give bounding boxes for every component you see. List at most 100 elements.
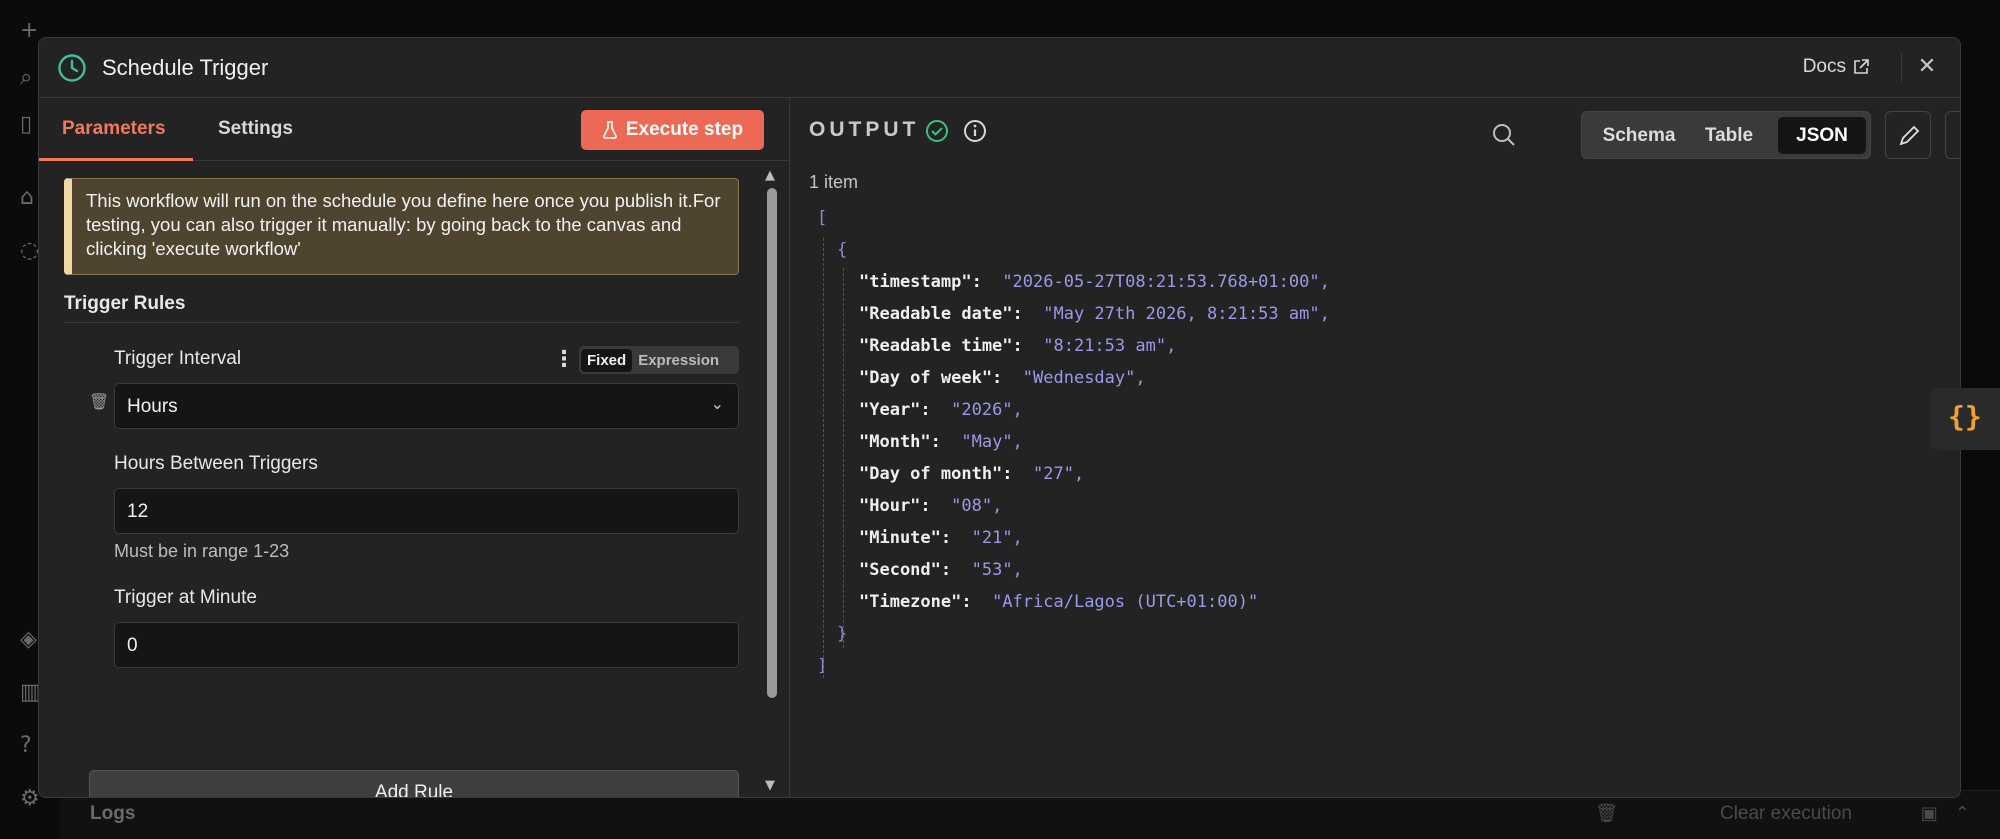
success-check-icon	[926, 120, 948, 142]
fixed-option[interactable]: Fixed	[581, 348, 633, 372]
json-key: "Day of month":	[859, 464, 1013, 484]
scroll-up-icon[interactable]: ▲	[765, 168, 775, 183]
info-icon[interactable]	[963, 119, 987, 143]
trigger-interval-select[interactable]: Hours ⌄	[114, 383, 739, 429]
json-value: "27",	[1033, 464, 1085, 484]
view-schema[interactable]: Schema	[1592, 117, 1686, 154]
pencil-icon	[1899, 125, 1920, 146]
json-key: "Timezone":	[859, 592, 972, 612]
output-title: OUTPUT	[809, 118, 920, 141]
json-entry: "Second": "53",	[859, 560, 1023, 592]
json-key: "Second":	[859, 560, 952, 580]
json-close-array: ]	[817, 656, 828, 676]
json-entry: "Day of month": "27",	[859, 464, 1084, 496]
hours-between-input[interactable]: 12	[114, 488, 739, 534]
indent-guide	[823, 238, 824, 678]
close-button[interactable]: ✕	[1912, 52, 1942, 82]
logs-label[interactable]: Logs	[90, 803, 135, 825]
docs-link[interactable]: Docs	[1803, 56, 1870, 78]
section-divider	[64, 322, 739, 323]
json-key: "Hour":	[859, 496, 931, 516]
chat-icon[interactable]: ◌	[20, 238, 39, 263]
json-key: "Minute":	[859, 528, 952, 548]
home-icon[interactable]: ⌂	[20, 185, 34, 210]
expression-option[interactable]: Expression	[632, 349, 725, 372]
external-link-icon	[1854, 59, 1869, 74]
options-menu-icon[interactable]: ⋮	[553, 347, 575, 372]
json-value: "Wednesday",	[1022, 368, 1146, 388]
json-entry: "Readable time": "8:21:53 am",	[859, 336, 1176, 368]
settings-gear-icon[interactable]: ⚙	[20, 786, 40, 811]
braces-icon: {}	[1948, 400, 1982, 433]
json-key: "Readable time":	[859, 336, 1023, 356]
json-value: "8:21:53 am",	[1043, 336, 1177, 356]
trigger-minute-input[interactable]: 0	[114, 622, 739, 668]
view-switcher: Schema Table JSON	[1581, 111, 1871, 159]
json-key: "Month":	[859, 432, 941, 452]
execute-step-button[interactable]: Execute step	[581, 110, 764, 150]
trigger-rules-title: Trigger Rules	[64, 293, 186, 314]
scroll-thumb[interactable]	[767, 188, 777, 698]
schedule-notice: This workflow will run on the schedule y…	[64, 178, 739, 275]
delete-rule-icon[interactable]: 🗑	[89, 392, 109, 411]
scrollbar[interactable]: ▲ ▼	[765, 168, 779, 797]
json-close-object: }	[837, 624, 848, 644]
header-divider	[1901, 52, 1902, 82]
pin-output-button[interactable]	[1945, 111, 1961, 160]
chevron-down-icon: ⌄	[710, 394, 724, 413]
json-entry: "Minute": "21",	[859, 528, 1023, 560]
edit-output-button[interactable]	[1885, 111, 1931, 159]
json-value: "2026",	[951, 400, 1023, 420]
hours-between-label: Hours Between Triggers	[114, 453, 318, 474]
scroll-down-icon[interactable]: ▼	[765, 778, 775, 793]
json-entry: "Hour": "08",	[859, 496, 1002, 528]
search-icon[interactable]: ⌕	[20, 65, 32, 90]
execute-step-label: Execute step	[625, 119, 744, 140]
fixed-expression-toggle[interactable]: Fixed Expression	[579, 346, 739, 374]
side-panel-tab[interactable]: {}	[1930, 388, 2000, 450]
plus-icon[interactable]: +	[20, 18, 38, 43]
node-modal: Schedule Trigger Docs ✕ Parameters Setti…	[38, 37, 1961, 798]
trigger-minute-value: 0	[127, 635, 138, 656]
json-value: "May 27th 2026, 8:21:53 am",	[1043, 304, 1330, 324]
help-icon[interactable]: ?	[20, 733, 32, 758]
json-entry: "Year": "2026",	[859, 400, 1023, 432]
output-panel: OUTPUT 1 item Schema Table JSON [{"tim…	[791, 98, 1961, 797]
active-tab-indicator	[39, 158, 193, 161]
tab-settings[interactable]: Settings	[218, 118, 293, 140]
hours-between-value: 12	[127, 501, 149, 522]
range-hint: Must be in range 1-23	[114, 541, 290, 561]
json-value: "53",	[971, 560, 1023, 580]
collapse-icons[interactable]: ▣ ⌃	[1921, 803, 1970, 824]
panel-icon[interactable]: ▯	[20, 112, 32, 137]
json-entry: "timestamp": "2026-05-27T08:21:53.768+01…	[859, 272, 1330, 304]
view-table[interactable]: Table	[1686, 117, 1772, 154]
indent-guide	[843, 268, 844, 648]
templates-icon[interactable]: ◈	[20, 627, 37, 652]
item-count: 1 item	[809, 172, 859, 192]
json-value: "Africa/Lagos (UTC+01:00)"	[992, 592, 1259, 612]
view-json[interactable]: JSON	[1778, 117, 1866, 154]
json-key: "timestamp":	[859, 272, 982, 292]
modal-title: Schedule Trigger	[102, 55, 269, 80]
parameters-panel: Parameters Settings Execute step This wo…	[39, 98, 790, 797]
modal-header: Schedule Trigger Docs ✕	[39, 38, 1960, 98]
json-entry: "Month": "May",	[859, 432, 1023, 464]
search-icon[interactable]	[1491, 122, 1517, 148]
docs-label[interactable]: Docs	[1803, 56, 1846, 78]
json-entry: "Day of week": "Wednesday",	[859, 368, 1146, 400]
clear-execution-button[interactable]: Clear execution	[1720, 803, 1852, 825]
tab-parameters[interactable]: Parameters	[62, 118, 166, 140]
json-open-array: [	[817, 208, 828, 228]
trash-icon: 🗑	[1595, 803, 1618, 824]
trigger-minute-label: Trigger at Minute	[114, 587, 257, 608]
json-entry: "Timezone": "Africa/Lagos (UTC+01:00)"	[859, 592, 1258, 624]
flask-icon	[602, 121, 617, 139]
json-value: "2026-05-27T08:21:53.768+01:00",	[1002, 272, 1330, 292]
add-rule-button[interactable]: Add Rule	[89, 770, 739, 797]
json-entry: "Readable date": "May 27th 2026, 8:21:53…	[859, 304, 1330, 336]
json-value: "21",	[971, 528, 1023, 548]
clock-icon	[58, 54, 86, 82]
trigger-interval-label: Trigger Interval	[114, 348, 242, 369]
pin-icon	[1946, 112, 1961, 160]
